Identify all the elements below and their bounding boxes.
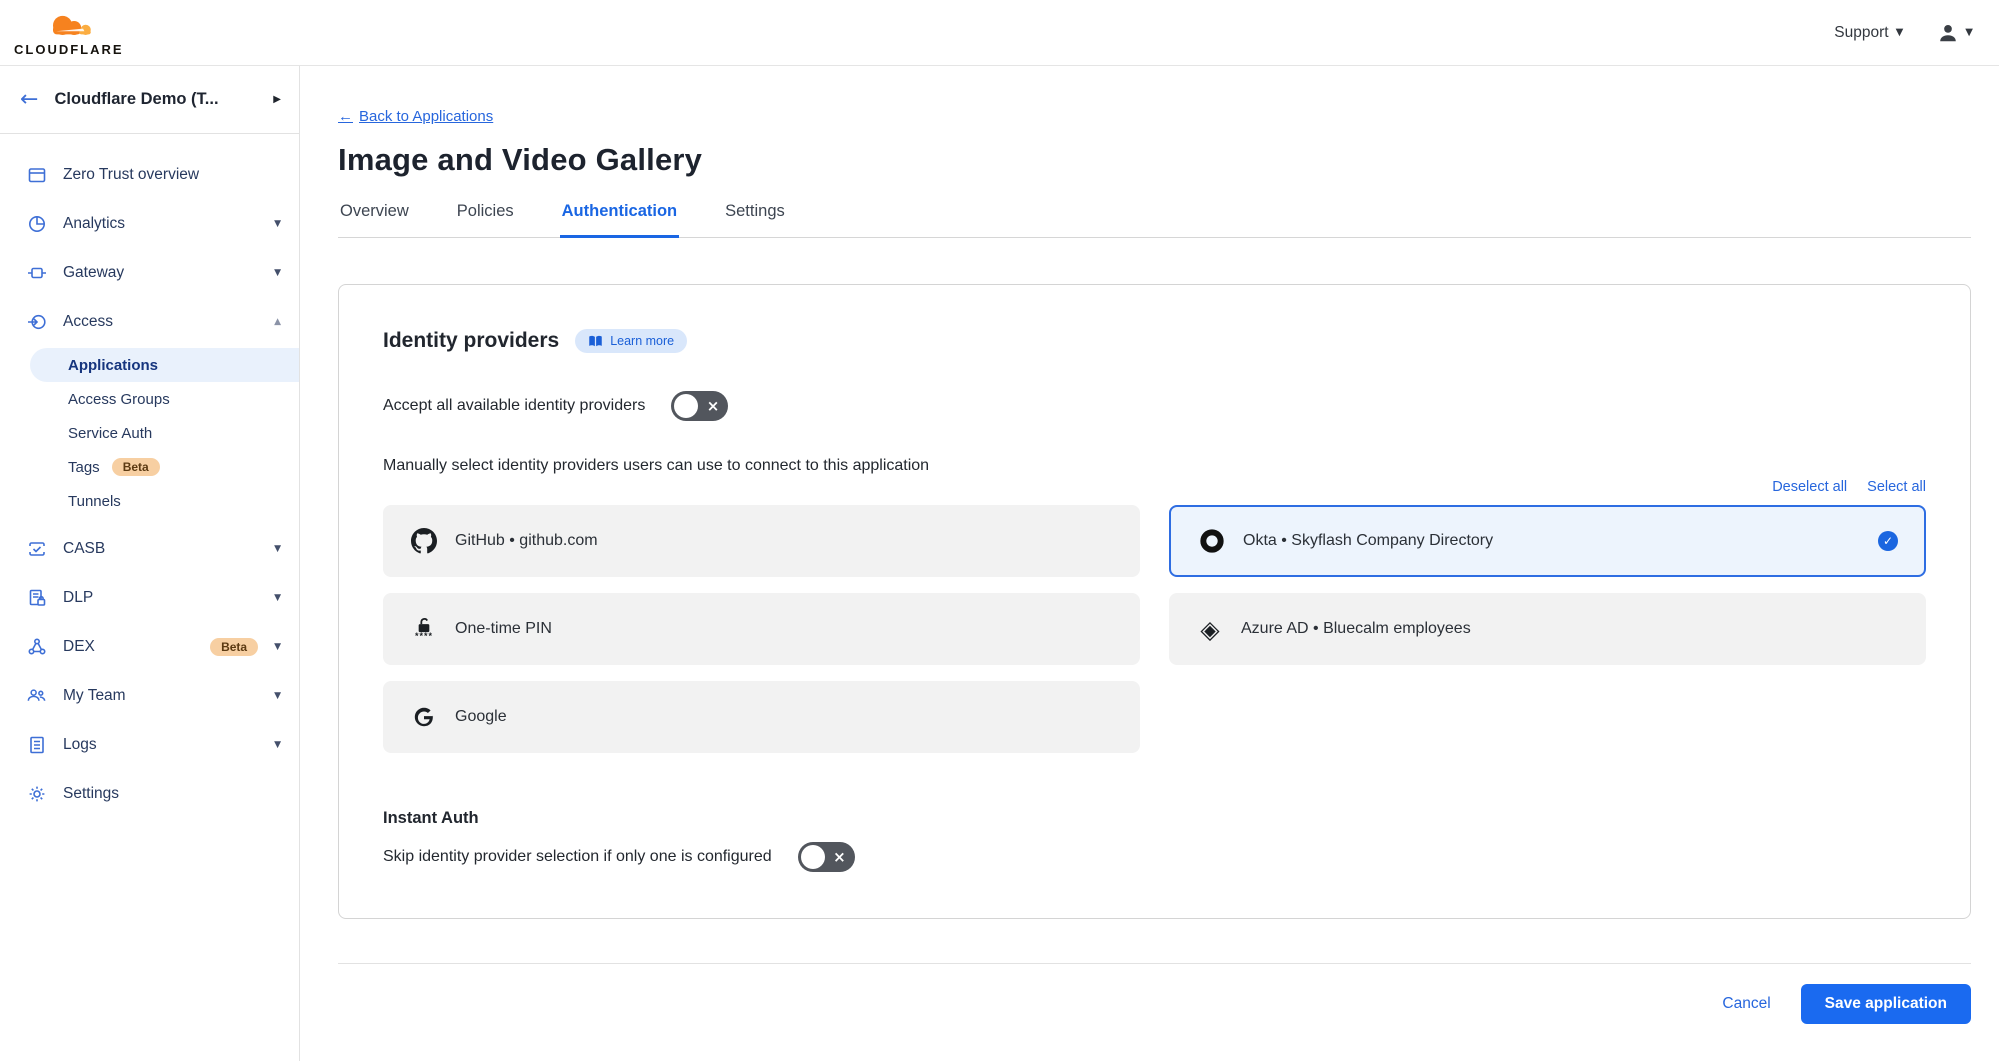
sidebar-item-settings[interactable]: Settings bbox=[0, 769, 299, 818]
chevron-down-icon: ▼ bbox=[274, 642, 281, 652]
manual-select-text: Manually select identity providers users… bbox=[383, 457, 1926, 475]
idp-tile-google[interactable]: Google bbox=[383, 681, 1140, 753]
sidebar-item-access[interactable]: Access ▲ bbox=[0, 297, 299, 346]
skip-selection-label: Skip identity provider selection if only… bbox=[383, 848, 772, 866]
chevron-right-icon[interactable]: ▶ bbox=[273, 94, 281, 105]
beta-badge: Beta bbox=[112, 458, 160, 476]
sidebar-item-gateway[interactable]: Gateway ▼ bbox=[0, 248, 299, 297]
sidebar-item-zero-trust-overview[interactable]: Zero Trust overview bbox=[0, 150, 299, 199]
sidebar-item-dlp[interactable]: DLP ▼ bbox=[0, 573, 299, 622]
account-name[interactable]: Cloudflare Demo (T... bbox=[54, 90, 257, 109]
github-icon bbox=[409, 528, 439, 554]
page-title: Image and Video Gallery bbox=[338, 142, 1971, 178]
sidebar-item-tags[interactable]: Tags Beta bbox=[0, 450, 299, 484]
user-avatar-icon bbox=[1937, 22, 1959, 44]
back-arrow-icon[interactable]: ← bbox=[20, 87, 38, 112]
back-to-applications-link[interactable]: ← Back to Applications bbox=[338, 108, 493, 125]
accept-all-label: Accept all available identity providers bbox=[383, 397, 645, 415]
chevron-down-icon: ▼ bbox=[274, 544, 281, 554]
document-lock-icon bbox=[26, 587, 47, 608]
account-switcher: ← Cloudflare Demo (T... ▶ bbox=[0, 66, 299, 134]
google-icon bbox=[409, 705, 439, 729]
access-login-icon bbox=[26, 311, 47, 332]
identity-providers-card: Identity providers Learn more Accept all… bbox=[338, 284, 1971, 919]
azure-ad-icon: ◈ bbox=[1195, 617, 1225, 642]
gear-icon bbox=[26, 783, 47, 804]
logs-document-icon bbox=[26, 734, 47, 755]
chevron-down-icon: ▼ bbox=[1965, 27, 1973, 38]
idp-tile-okta[interactable]: Okta • Skyflash Company Directory ✓ bbox=[1169, 505, 1926, 577]
cloudflare-logo[interactable]: CLOUDFLARE bbox=[14, 9, 124, 56]
back-arrow-icon: ← bbox=[338, 108, 353, 125]
sidebar-nav: Zero Trust overview Analytics ▼ Gateway … bbox=[0, 134, 299, 818]
select-all-link[interactable]: Select all bbox=[1867, 479, 1926, 495]
instant-auth-toggle[interactable]: × bbox=[798, 842, 855, 872]
chevron-down-icon: ▼ bbox=[274, 268, 281, 278]
tab-overview[interactable]: Overview bbox=[338, 202, 411, 237]
sidebar-item-access-groups[interactable]: Access Groups bbox=[0, 382, 299, 416]
book-icon bbox=[588, 335, 603, 348]
pie-chart-icon bbox=[26, 213, 47, 234]
card-title: Identity providers bbox=[383, 329, 559, 353]
chevron-down-icon: ▼ bbox=[274, 740, 281, 750]
tab-authentication[interactable]: Authentication bbox=[560, 202, 680, 238]
team-icon bbox=[26, 685, 47, 706]
okta-icon bbox=[1197, 528, 1227, 554]
sidebar-item-logs[interactable]: Logs ▼ bbox=[0, 720, 299, 769]
identity-provider-grid: GitHub • github.com Okta • Skyflash Comp… bbox=[383, 505, 1926, 753]
brand-wordmark: CLOUDFLARE bbox=[14, 43, 124, 56]
one-time-pin-lock-icon: **** bbox=[409, 617, 439, 641]
sidebar: ← Cloudflare Demo (T... ▶ Zero Trust ove… bbox=[0, 66, 300, 1061]
toggle-x-icon: × bbox=[707, 397, 720, 415]
sidebar-item-casb[interactable]: CASB ▼ bbox=[0, 524, 299, 573]
sidebar-item-service-auth[interactable]: Service Auth bbox=[0, 416, 299, 450]
tab-policies[interactable]: Policies bbox=[455, 202, 516, 237]
selected-check-icon: ✓ bbox=[1878, 531, 1898, 551]
tab-bar: Overview Policies Authentication Setting… bbox=[338, 202, 1971, 238]
chevron-down-icon: ▼ bbox=[274, 593, 281, 603]
access-subnav: Applications Access Groups Service Auth … bbox=[0, 348, 299, 518]
cancel-button[interactable]: Cancel bbox=[1722, 995, 1770, 1013]
sidebar-item-applications[interactable]: Applications bbox=[30, 348, 299, 382]
footer-action-bar: Cancel Save application bbox=[338, 963, 1971, 1024]
window-icon bbox=[26, 164, 47, 185]
idp-tile-github[interactable]: GitHub • github.com bbox=[383, 505, 1140, 577]
save-application-button[interactable]: Save application bbox=[1801, 984, 1971, 1024]
learn-more-badge[interactable]: Learn more bbox=[575, 329, 687, 353]
chevron-down-icon: ▼ bbox=[274, 691, 281, 701]
idp-tile-azure-ad[interactable]: ◈ Azure AD • Bluecalm employees bbox=[1169, 593, 1926, 665]
cloudflare-cloud-icon bbox=[37, 11, 101, 45]
sidebar-item-analytics[interactable]: Analytics ▼ bbox=[0, 199, 299, 248]
instant-auth-heading: Instant Auth bbox=[383, 809, 1926, 828]
idp-tile-one-time-pin[interactable]: **** One-time PIN bbox=[383, 593, 1140, 665]
support-menu[interactable]: Support ▼ bbox=[1834, 24, 1903, 42]
chevron-down-icon: ▼ bbox=[274, 219, 281, 229]
tab-settings[interactable]: Settings bbox=[723, 202, 787, 237]
top-bar: CLOUDFLARE Support ▼ ▼ bbox=[0, 0, 1999, 66]
deselect-all-link[interactable]: Deselect all bbox=[1772, 479, 1847, 495]
network-nodes-icon bbox=[26, 636, 47, 657]
main-content: ← Back to Applications Image and Video G… bbox=[300, 66, 1999, 1061]
sidebar-item-tunnels[interactable]: Tunnels bbox=[0, 484, 299, 518]
sidebar-item-dex[interactable]: DEX Beta ▼ bbox=[0, 622, 299, 671]
gateway-icon bbox=[26, 262, 47, 283]
sidebar-item-my-team[interactable]: My Team ▼ bbox=[0, 671, 299, 720]
accept-all-toggle[interactable]: × bbox=[671, 391, 728, 421]
chevron-up-icon: ▲ bbox=[274, 317, 281, 327]
toggle-knob bbox=[801, 845, 825, 869]
casb-check-box-icon bbox=[26, 538, 47, 559]
toggle-x-icon: × bbox=[833, 848, 846, 866]
user-menu[interactable]: ▼ bbox=[1937, 22, 1973, 44]
chevron-down-icon: ▼ bbox=[1896, 27, 1904, 38]
toggle-knob bbox=[674, 394, 698, 418]
beta-badge: Beta bbox=[210, 638, 258, 656]
